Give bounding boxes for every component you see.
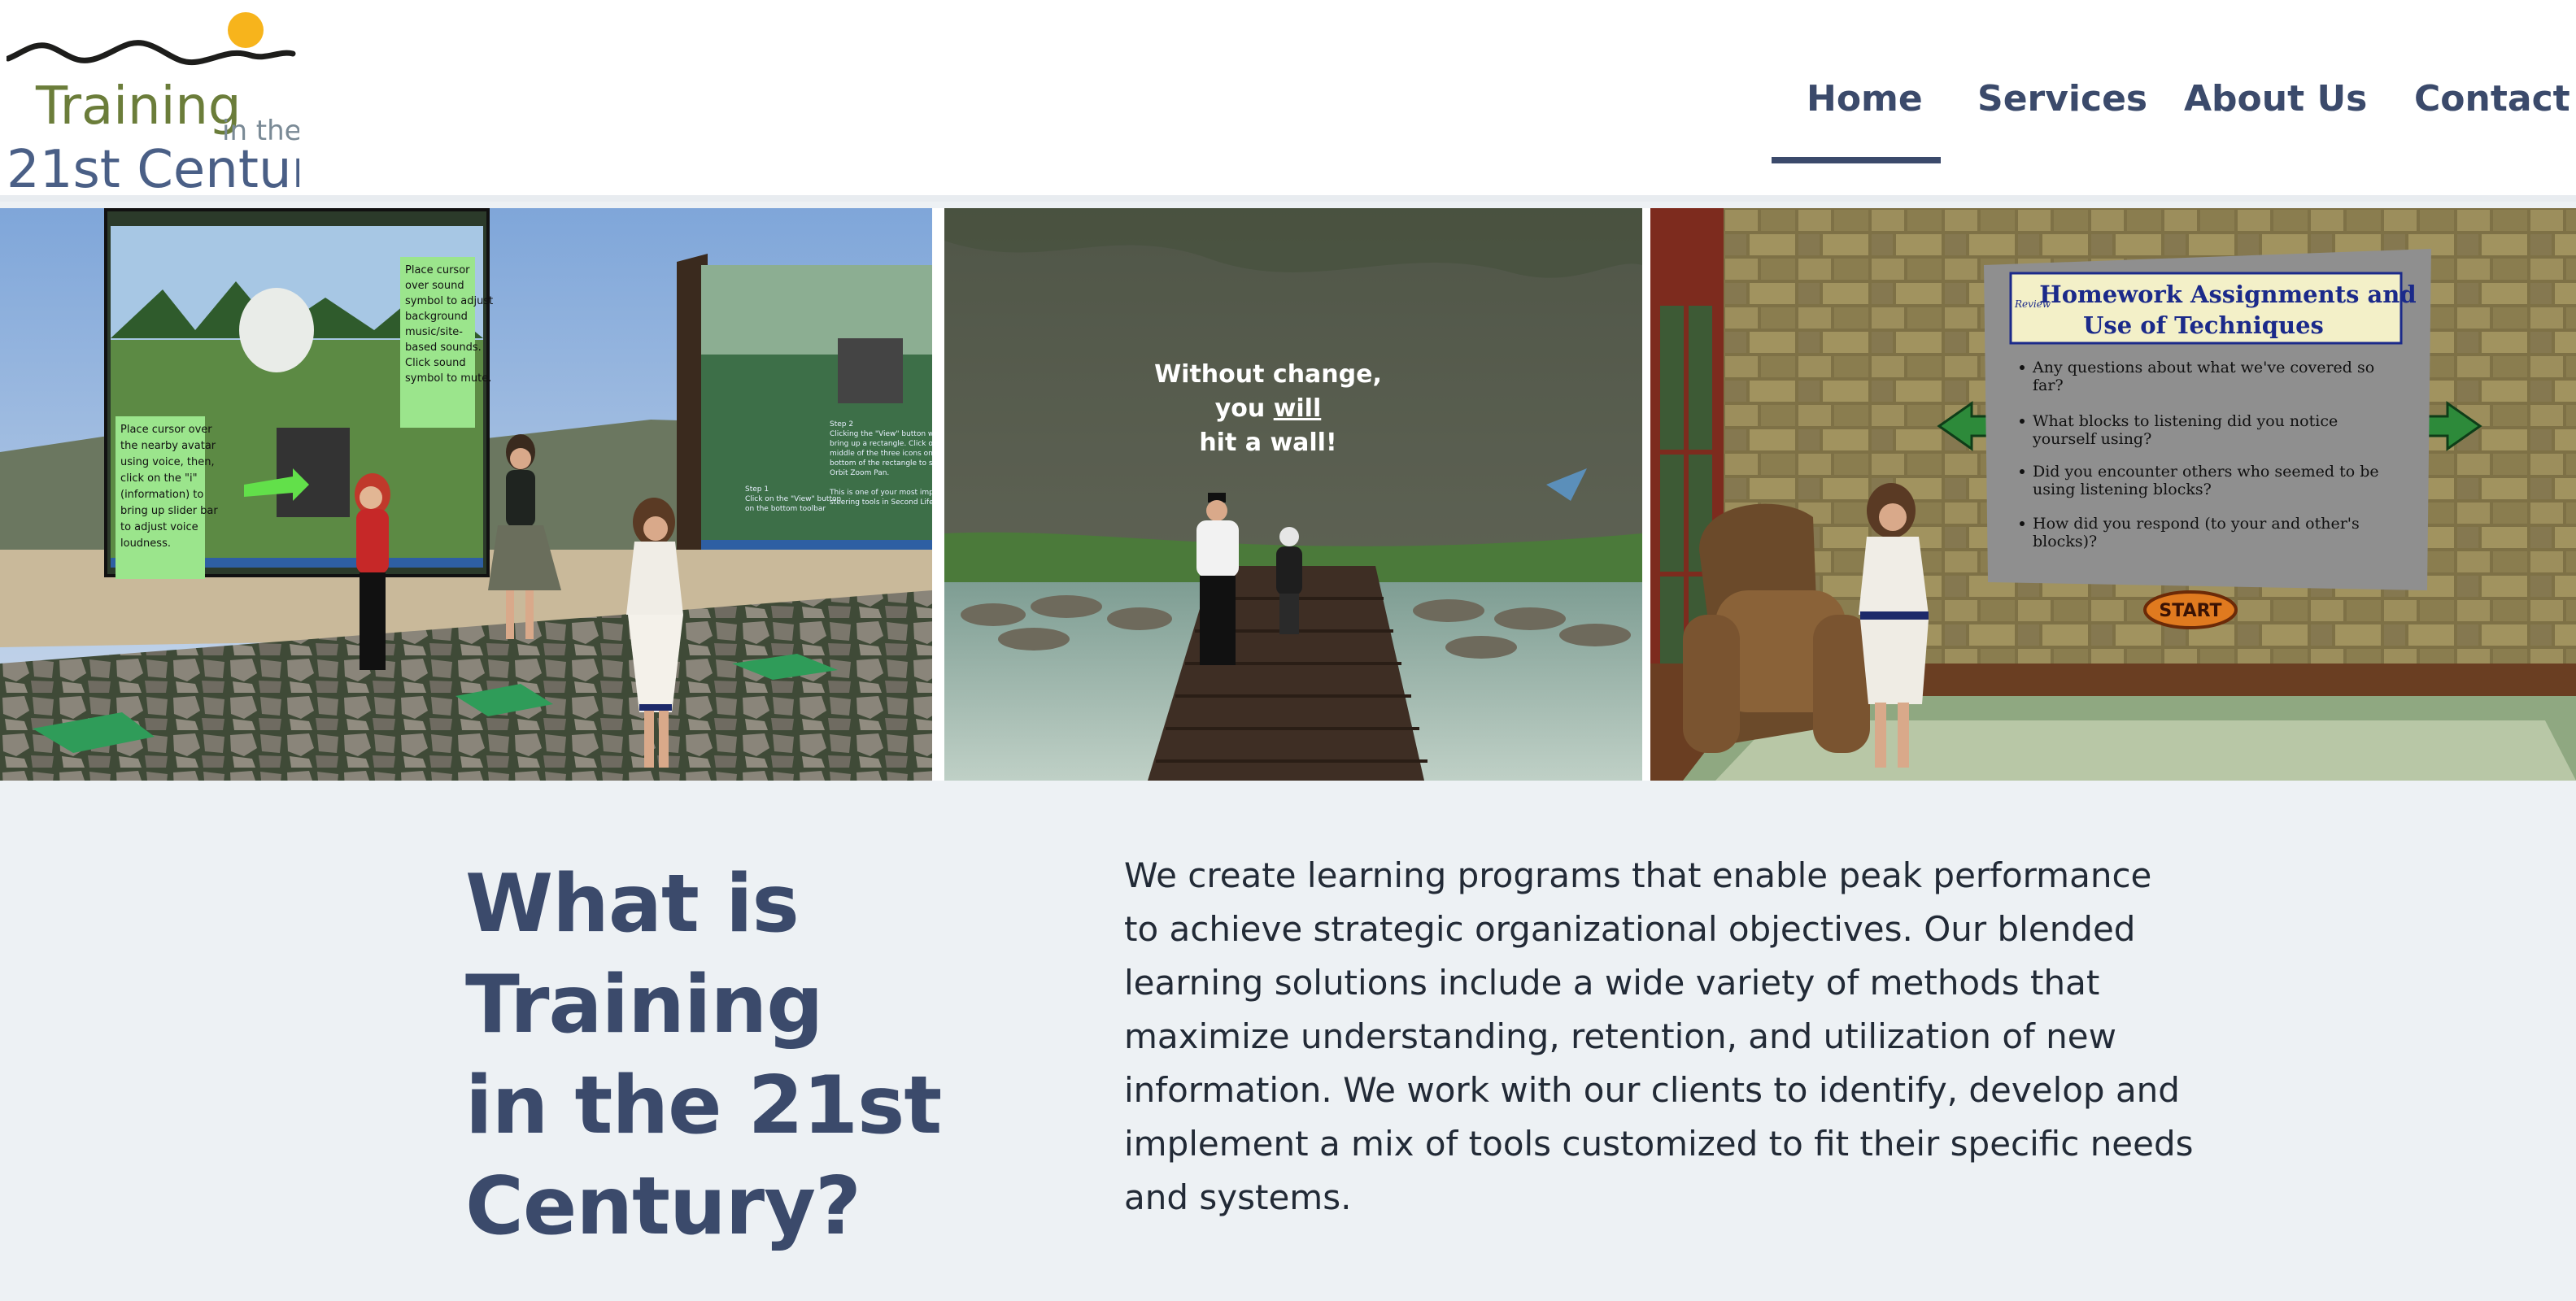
- svg-text:START: START: [2159, 601, 2221, 621]
- nav-home[interactable]: Home: [1807, 78, 1923, 127]
- board-title-line-1: Homework Assignments and: [2039, 281, 2416, 308]
- paragraph-line: learning solutions include a wide variet…: [1124, 963, 2100, 1003]
- paragraph-line: and systems.: [1124, 1177, 1352, 1217]
- nav-services[interactable]: Services: [1977, 78, 2147, 127]
- intro-heading: What is Training in the 21st Century?: [465, 854, 1100, 1257]
- nav-active-indicator: [1772, 157, 1941, 163]
- svg-text:you will: you will: [1215, 394, 1322, 423]
- nav-about-us[interactable]: About Us: [2184, 78, 2367, 127]
- paragraph-line: maximize understanding, retention, and u…: [1124, 1016, 2116, 1056]
- logo-word-training: Training: [35, 76, 242, 137]
- sun-icon: [228, 12, 264, 48]
- paragraph-line: We create learning programs that enable …: [1124, 855, 2152, 895]
- review-board: Review Homework Assignments and Use of T…: [1984, 249, 2431, 590]
- message-line-2-prefix: you: [1215, 394, 1274, 423]
- site-header: Training in the 21st Century Home Servic…: [0, 0, 2576, 202]
- message-line-3: hit a wall!: [1199, 429, 1336, 457]
- scene-path-to-wall: Without change, you will hit a wall!: [944, 208, 1642, 781]
- start-button[interactable]: START: [2143, 590, 2238, 629]
- paragraph-line: to achieve strategic organizational obje…: [1124, 909, 2136, 949]
- heading-line: in the 21st: [465, 1060, 942, 1152]
- site-logo[interactable]: Training in the 21st Century: [7, 8, 299, 199]
- heading-line: Century?: [465, 1160, 861, 1253]
- intro-section: What is Training in the 21st Century? We…: [0, 781, 2576, 1301]
- hero-banner: Place cursor over sound symbol to adjust…: [0, 208, 2576, 781]
- scene-review-room: Review Homework Assignments and Use of T…: [1650, 208, 2576, 781]
- nav-contact[interactable]: Contact: [2414, 78, 2570, 127]
- screen-right: Step 2 Clicking the "View" button will b…: [677, 254, 932, 550]
- scene-virtual-classroom: Place cursor over sound symbol to adjust…: [0, 208, 932, 781]
- message-line-2-emphasis: will: [1274, 394, 1322, 423]
- paragraph-line: information. We work with our clients to…: [1124, 1070, 2180, 1110]
- heading-line: What is Training: [465, 858, 823, 1051]
- intro-paragraph: We create learning programs that enable …: [1124, 849, 2194, 1225]
- logo-word-century: 21st Century: [7, 140, 299, 199]
- avatar-red: [355, 473, 390, 670]
- paragraph-line: implement a mix of tools customized to f…: [1124, 1124, 2194, 1164]
- message-line-1: Without change,: [1154, 360, 1382, 389]
- board-title-line-2: Use of Techniques: [2083, 311, 2324, 339]
